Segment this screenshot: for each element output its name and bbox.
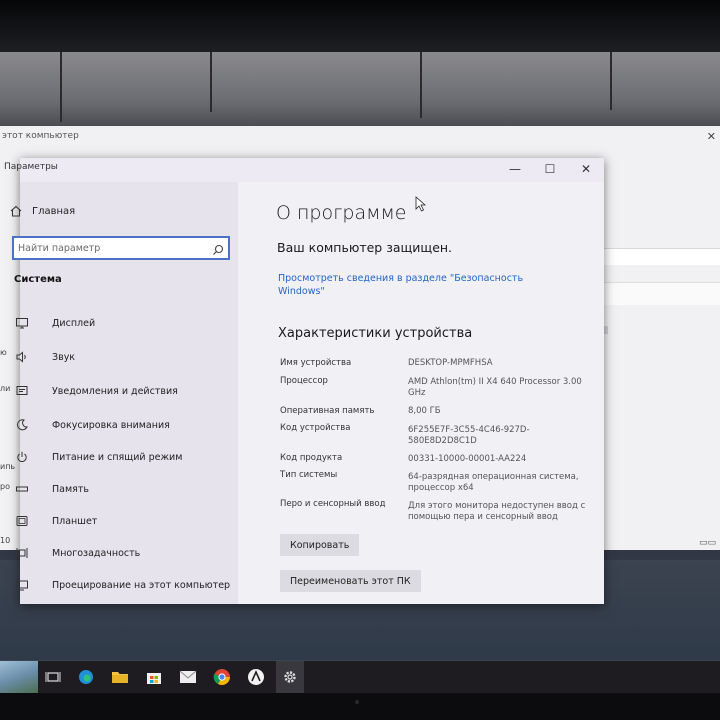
spec-key: Перо и сенсорный ввод bbox=[280, 499, 386, 509]
explorer-field[interactable] bbox=[596, 282, 720, 305]
settings-titlebar[interactable]: Параметры — ☐ ✕ bbox=[4, 158, 604, 182]
spec-value: AMD Athlon(tm) II X4 640 Processor 3.00 … bbox=[408, 377, 582, 398]
spec-value: Для этого монитора недоступен ввод с пом… bbox=[408, 501, 586, 522]
explorer-nav-text: ро bbox=[0, 482, 10, 491]
search-icon[interactable] bbox=[212, 241, 224, 260]
rename-pc-button[interactable]: Переименовать этот ПК bbox=[280, 570, 421, 592]
nav-item-tablet[interactable]: Планшет bbox=[16, 510, 238, 532]
spec-value: 00331-10000-00001-AA224 bbox=[408, 454, 527, 464]
spec-value: DESKTOP-MPMFHSA bbox=[408, 358, 493, 368]
nav-item-projecting[interactable]: Проецирование на этот компьютер bbox=[16, 574, 238, 596]
spec-key: Процессор bbox=[280, 376, 328, 386]
nav-item-multitasking[interactable]: Многозадачность bbox=[16, 542, 238, 564]
storage-icon bbox=[14, 481, 30, 497]
nav-item-label: Память bbox=[52, 483, 89, 495]
nav-item-notifications[interactable]: Уведомления и действия bbox=[16, 380, 238, 402]
maximize-button[interactable]: ☐ bbox=[540, 162, 560, 176]
nav-item-sound[interactable]: Звук bbox=[16, 346, 238, 368]
nav-item-label: Планшет bbox=[52, 515, 98, 527]
nav-item-label: Питание и спящий режим bbox=[52, 451, 183, 463]
tablet-icon bbox=[14, 513, 30, 529]
power-icon bbox=[14, 449, 30, 465]
spec-value: 6F255E7F-3C55-4C46-927D-580E8D2D8C1D bbox=[408, 425, 530, 446]
close-button[interactable]: ✕ bbox=[576, 162, 596, 176]
page-title: О программе bbox=[276, 202, 407, 224]
nav-item-focus-assist[interactable]: Фокусировка внимания bbox=[17, 414, 238, 436]
store-icon[interactable] bbox=[144, 667, 164, 687]
explorer-close-button[interactable]: ✕ bbox=[707, 130, 716, 143]
explorer-nav-text: ли bbox=[0, 384, 11, 393]
task-view-icon[interactable] bbox=[43, 667, 63, 687]
spec-key: Тип системы bbox=[280, 470, 338, 480]
protection-status: Ваш компьютер защищен. bbox=[277, 240, 453, 255]
nav-item-label: Фокусировка внимания bbox=[52, 419, 170, 431]
explorer-nav-text: 10 bbox=[0, 536, 11, 545]
edge-icon[interactable] bbox=[76, 667, 96, 687]
explorer-nav-text: ю bbox=[0, 348, 7, 357]
spec-key: Код устройства bbox=[280, 423, 351, 433]
mail-icon[interactable] bbox=[178, 667, 198, 687]
wallpaper-tree bbox=[60, 52, 62, 122]
search-box[interactable] bbox=[12, 236, 230, 260]
nav-home[interactable]: Главная bbox=[10, 200, 238, 222]
spec-key: Код продукта bbox=[280, 453, 343, 463]
taskbar bbox=[0, 661, 720, 693]
nav-item-label: Дисплей bbox=[52, 317, 96, 329]
multitasking-icon bbox=[14, 545, 30, 561]
app-icon[interactable] bbox=[246, 667, 266, 687]
nav-item-label: Звук bbox=[52, 351, 76, 363]
spec-value: 64-разрядная операционная система, проце… bbox=[408, 472, 579, 493]
chrome-icon[interactable] bbox=[212, 667, 232, 687]
nav-item-label: Проецирование на этот компьютер bbox=[52, 579, 231, 591]
about-page: О программе Ваш компьютер защищен. Просм… bbox=[238, 158, 604, 604]
settings-nav: Главная Система Дисплей Звук Уведомл bbox=[10, 182, 238, 604]
notifications-icon bbox=[14, 383, 30, 399]
projecting-icon bbox=[14, 577, 30, 593]
home-icon bbox=[8, 203, 24, 219]
settings-window[interactable]: Главная Система Дисплей Звук Уведомл bbox=[4, 158, 604, 604]
explorer-title: этот компьютер bbox=[2, 131, 79, 141]
copy-button[interactable]: Копировать bbox=[280, 534, 360, 556]
file-explorer-icon[interactable] bbox=[110, 667, 130, 687]
search-input[interactable] bbox=[18, 240, 208, 256]
focus-assist-icon bbox=[14, 417, 30, 433]
wallpaper-tree bbox=[420, 52, 422, 118]
spec-value: 8,00 ГБ bbox=[408, 406, 441, 416]
device-specs-heading: Характеристики устройства bbox=[278, 326, 473, 341]
nav-section-title: Система bbox=[14, 274, 62, 285]
window-title: Параметры bbox=[4, 162, 58, 172]
mouse-cursor-icon bbox=[415, 196, 427, 212]
desktop-thumbnail[interactable] bbox=[0, 661, 38, 693]
nav-item-label: Уведомления и действия bbox=[52, 385, 178, 397]
settings-icon[interactable] bbox=[280, 667, 300, 687]
nav-item-storage[interactable]: Память bbox=[16, 478, 238, 500]
display-icon bbox=[14, 315, 30, 331]
nav-item-label: Многозадачность bbox=[52, 547, 141, 559]
nav-item-power[interactable]: Питание и спящий режим bbox=[17, 446, 238, 468]
nav-home-label: Главная bbox=[32, 205, 76, 217]
explorer-nav-text: ипь bbox=[0, 462, 16, 471]
monitor-bezel bbox=[0, 0, 720, 52]
wallpaper-tree bbox=[610, 52, 612, 110]
windows-security-link[interactable]: Просмотреть сведения в разделе "Безопасн… bbox=[278, 272, 528, 298]
monitor-bezel-bottom bbox=[0, 693, 720, 720]
monitor-led bbox=[355, 700, 359, 704]
wallpaper-tree bbox=[210, 52, 212, 112]
spec-key: Имя устройства bbox=[280, 358, 352, 368]
nav-item-display[interactable]: Дисплей bbox=[16, 312, 238, 334]
explorer-view-icon[interactable]: ▭▭ bbox=[699, 538, 716, 548]
explorer-field[interactable]: р bbox=[596, 248, 720, 265]
minimize-button[interactable]: — bbox=[505, 162, 525, 176]
spec-key: Оперативная память bbox=[280, 406, 375, 416]
sound-icon bbox=[14, 349, 30, 365]
